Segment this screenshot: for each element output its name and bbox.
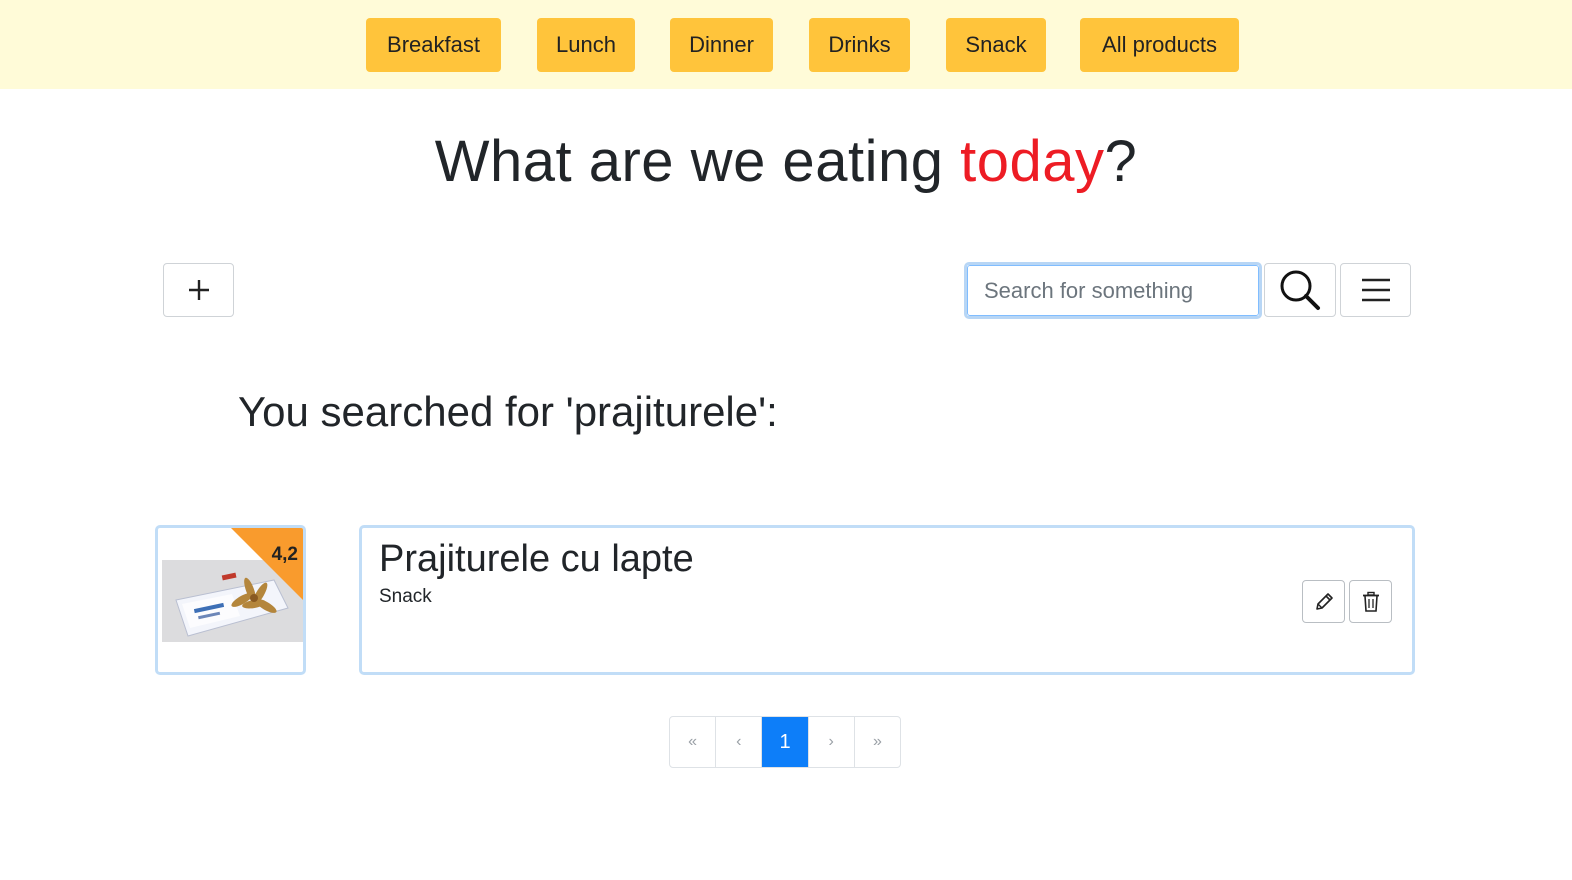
page-first-button[interactable]: «	[670, 717, 717, 767]
page-next-button[interactable]: ›	[809, 717, 855, 767]
nav-lunch-button[interactable]: Lunch	[537, 18, 635, 72]
nav-snack-button[interactable]: Snack	[946, 18, 1046, 72]
product-card[interactable]: Prajiturele cu lapte Snack	[359, 525, 1415, 675]
menu-button[interactable]	[1340, 263, 1411, 317]
nav-dinner-button[interactable]: Dinner	[670, 18, 773, 72]
headline-text: What are we eating	[434, 129, 961, 194]
top-nav: Breakfast Lunch Dinner Drinks Snack All …	[0, 0, 1572, 89]
plus-icon	[188, 280, 209, 300]
edit-button[interactable]	[1302, 580, 1345, 623]
trash-icon	[1362, 591, 1379, 612]
pagination: « ‹ 1 › »	[669, 716, 901, 768]
rating-value: 4,2	[271, 544, 298, 565]
headline-accent: today	[960, 129, 1105, 194]
nav-drinks-button[interactable]: Drinks	[809, 18, 910, 72]
search-input[interactable]	[967, 265, 1259, 316]
page-last-button[interactable]: »	[855, 717, 900, 767]
product-category: Snack	[379, 586, 432, 607]
nav-breakfast-button[interactable]: Breakfast	[366, 18, 501, 72]
results-title: You searched for 'prajiturele':	[238, 388, 778, 435]
pencil-icon	[1315, 592, 1333, 610]
product-thumbnail-card[interactable]: 4,2	[155, 525, 306, 675]
delete-button[interactable]	[1349, 580, 1392, 623]
search-icon	[1280, 270, 1320, 310]
hamburger-menu-icon	[1361, 278, 1390, 302]
headline-end: ?	[1104, 129, 1138, 194]
page-current-button[interactable]: 1	[762, 717, 809, 767]
search-field-focus-ring	[964, 262, 1262, 319]
product-name[interactable]: Prajiturele cu lapte	[379, 538, 694, 581]
nav-all-products-button[interactable]: All products	[1080, 18, 1239, 72]
page-prev-button[interactable]: ‹	[716, 717, 763, 767]
search-button[interactable]	[1264, 263, 1336, 317]
page-headline: What are we eating today?	[0, 128, 1572, 195]
add-product-button[interactable]	[163, 263, 234, 317]
